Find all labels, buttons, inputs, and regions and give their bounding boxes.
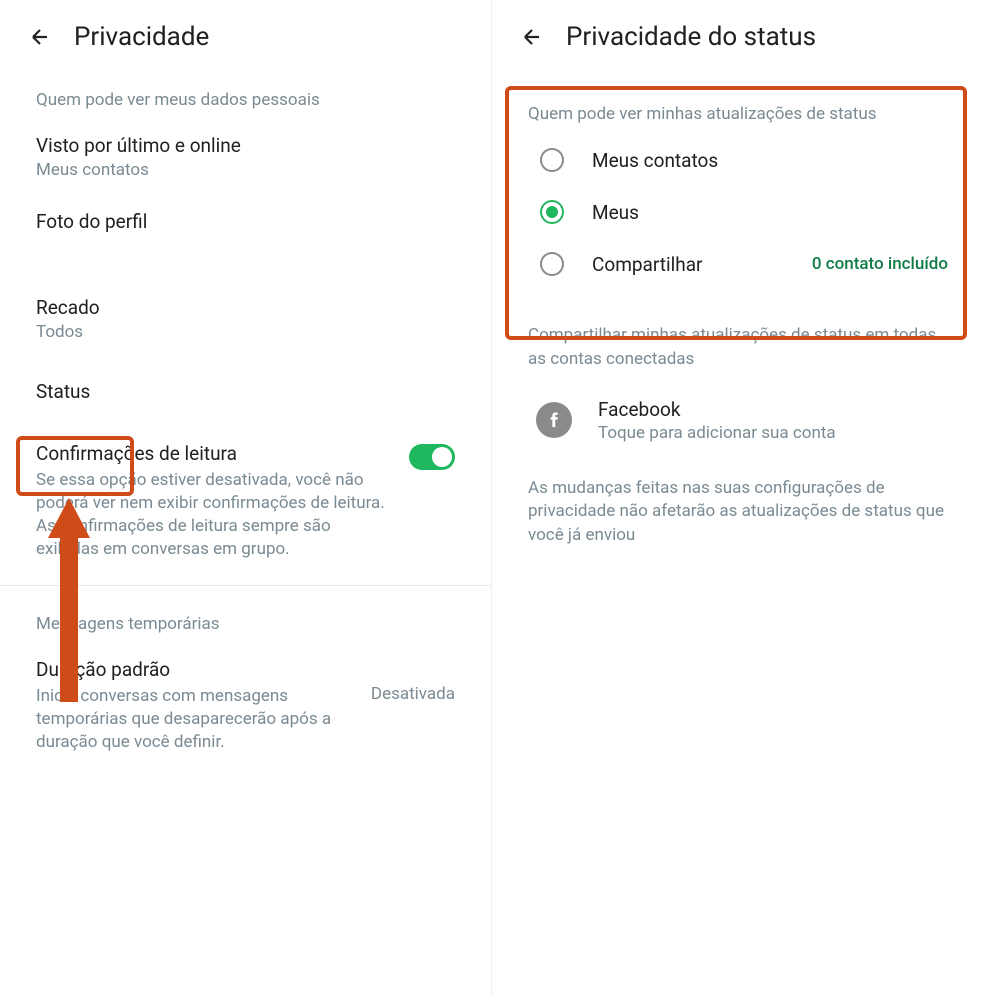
radio-label: Meus contatos: [592, 149, 948, 172]
privacy-change-info: As mudanças feitas nas suas configuraçõe…: [492, 459, 984, 566]
radio-icon: [540, 252, 564, 276]
back-arrow-icon[interactable]: [28, 25, 52, 49]
radio-option-my-contacts-except[interactable]: Meus: [492, 186, 984, 238]
contacts-included-count: 0 contato incluído: [812, 254, 948, 274]
read-receipts-desc: Se essa opção estiver desativada, você n…: [36, 469, 389, 561]
status-setting[interactable]: Status: [0, 358, 491, 428]
facebook-icon: [536, 402, 572, 438]
profile-photo-setting[interactable]: Foto do perfil: [0, 196, 491, 252]
profile-photo-title: Foto do perfil: [36, 210, 455, 233]
about-setting[interactable]: Recado Todos: [0, 282, 491, 358]
read-receipts-setting[interactable]: Confirmações de leitura Se essa opção es…: [0, 428, 491, 577]
read-receipts-title: Confirmações de leitura: [36, 442, 389, 465]
facebook-subtitle: Toque para adicionar sua conta: [598, 423, 948, 443]
last-seen-value: Meus contatos: [36, 160, 455, 180]
privacy-settings-pane: Privacidade Quem pode ver meus dados pes…: [0, 0, 492, 997]
section-share-accounts: Compartilhar minhas atualizações de stat…: [492, 308, 984, 382]
section-personal-data: Quem pode ver meus dados pessoais: [0, 74, 491, 120]
read-receipts-toggle[interactable]: [409, 444, 455, 470]
header: Privacidade do status: [492, 0, 984, 74]
section-who-can-see: Quem pode ver minhas atualizações de sta…: [492, 88, 984, 134]
header: Privacidade: [0, 0, 491, 74]
facebook-account-item[interactable]: Facebook Toque para adicionar sua conta: [492, 382, 984, 459]
facebook-title: Facebook: [598, 398, 948, 421]
divider: [0, 585, 491, 586]
radio-option-share-with[interactable]: Compartilhar 0 contato incluído: [492, 238, 984, 290]
radio-label: Meus: [592, 201, 948, 224]
about-value: Todos: [36, 322, 455, 342]
duration-desc: Inicie conversas com mensagens temporári…: [36, 685, 351, 754]
radio-icon: [540, 148, 564, 172]
duration-title: Duração padrão: [36, 658, 351, 681]
about-title: Recado: [36, 296, 455, 319]
page-title: Privacidade do status: [566, 22, 816, 52]
status-privacy-pane: Privacidade do status Quem pode ver minh…: [492, 0, 984, 997]
default-duration-setting[interactable]: Duração padrão Inicie conversas com mens…: [0, 644, 491, 770]
status-title: Status: [36, 380, 455, 403]
radio-option-my-contacts[interactable]: Meus contatos: [492, 134, 984, 186]
last-seen-setting[interactable]: Visto por último e online Meus contatos: [0, 120, 491, 196]
page-title: Privacidade: [74, 22, 209, 52]
radio-label: Compartilhar: [592, 253, 784, 276]
radio-icon-selected: [540, 200, 564, 224]
last-seen-title: Visto por último e online: [36, 134, 455, 157]
section-disappearing: Mensagens temporárias: [0, 598, 491, 644]
back-arrow-icon[interactable]: [520, 25, 544, 49]
duration-value: Desativada: [371, 684, 455, 704]
